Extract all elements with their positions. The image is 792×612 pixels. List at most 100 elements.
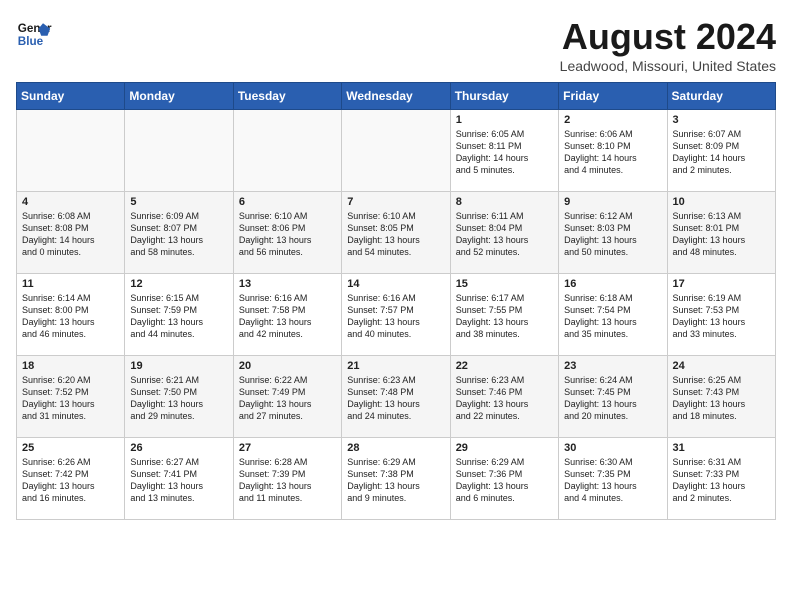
day-content: Sunrise: 6:29 AM Sunset: 7:38 PM Dayligh… (347, 456, 444, 505)
day-content: Sunrise: 6:17 AM Sunset: 7:55 PM Dayligh… (456, 292, 553, 341)
table-row: 7Sunrise: 6:10 AM Sunset: 8:05 PM Daylig… (342, 192, 450, 274)
day-number: 4 (22, 196, 119, 208)
day-number: 1 (456, 114, 553, 126)
table-row: 18 Sunrise: 6:20 AM Sunset: 7:52 PM Dayli… (17, 356, 125, 438)
day-number: 27 (239, 442, 336, 454)
day-number: 2 (564, 114, 661, 126)
day-content: Sunrise: 6:16 AM Sunset: 7:57 PM Dayligh… (347, 292, 444, 341)
table-row: 28 Sunrise: 6:29 AM Sunset: 7:38 PM Dayli… (342, 438, 450, 520)
day-content: Sunrise: 6:08 AM Sunset: 8:08 PM Dayligh… (22, 210, 119, 259)
table-row: 16Sunrise: 6:18 AM Sunset: 7:54 PM Dayli… (559, 274, 667, 356)
day-number: 18 (22, 360, 119, 372)
day-content: Sunrise: 6:14 AM Sunset: 8:00 PM Dayligh… (22, 292, 119, 341)
day-content: Sunrise: 6:31 AM Sunset: 7:33 PM Dayligh… (673, 456, 770, 505)
header-wednesday: Wednesday (342, 83, 450, 110)
calendar-title: August 2024 (560, 16, 776, 58)
day-content: Sunrise: 6:20 AM Sunset: 7:52 PM Dayligh… (22, 374, 119, 423)
table-row: 27Sunrise: 6:28 AM Sunset: 7:39 PM Dayli… (233, 438, 341, 520)
day-number: 24 (673, 360, 770, 372)
table-row: 20 Sunrise: 6:22 AM Sunset: 7:49 PM Dayli… (233, 356, 341, 438)
day-content: Sunrise: 6:16 AM Sunset: 7:58 PM Dayligh… (239, 292, 336, 341)
table-row: 8 Sunrise: 6:11 AM Sunset: 8:04 PM Daylig… (450, 192, 558, 274)
table-row: 6 Sunrise: 6:10 AM Sunset: 8:06 PM Daylig… (233, 192, 341, 274)
day-number: 12 (130, 278, 227, 290)
day-number: 5 (130, 196, 227, 208)
table-row: 19 Sunrise: 6:21 AM Sunset: 7:50 PM Dayli… (125, 356, 233, 438)
table-row: 14 Sunrise: 6:16 AM Sunset: 7:57 PM Dayli… (342, 274, 450, 356)
day-content: Sunrise: 6:11 AM Sunset: 8:04 PM Dayligh… (456, 210, 553, 259)
day-content: Sunrise: 6:07 AM Sunset: 8:09 PM Dayligh… (673, 128, 770, 177)
table-row: 24 Sunrise: 6:25 AM Sunset: 7:43 PM Dayli… (667, 356, 775, 438)
table-row: 1 Sunrise: 6:05 AM Sunset: 8:11 PM Daylig… (450, 110, 558, 192)
table-row: 30Sunrise: 6:30 AM Sunset: 7:35 PM Dayli… (559, 438, 667, 520)
header-saturday: Saturday (667, 83, 775, 110)
day-number: 14 (347, 278, 444, 290)
table-row: 15 Sunrise: 6:17 AM Sunset: 7:55 PM Dayli… (450, 274, 558, 356)
table-row: 26 Sunrise: 6:27 AM Sunset: 7:41 PM Dayli… (125, 438, 233, 520)
day-number: 11 (22, 278, 119, 290)
day-number: 15 (456, 278, 553, 290)
day-content: Sunrise: 6:29 AM Sunset: 7:36 PM Dayligh… (456, 456, 553, 505)
table-row: 25 Sunrise: 6:26 AM Sunset: 7:42 PM Dayli… (17, 438, 125, 520)
calendar-subtitle: Leadwood, Missouri, United States (560, 58, 776, 74)
day-content: Sunrise: 6:25 AM Sunset: 7:43 PM Dayligh… (673, 374, 770, 423)
day-content: Sunrise: 6:09 AM Sunset: 8:07 PM Dayligh… (130, 210, 227, 259)
day-content: Sunrise: 6:10 AM Sunset: 8:06 PM Dayligh… (239, 210, 336, 259)
day-number: 30 (564, 442, 661, 454)
day-number: 8 (456, 196, 553, 208)
day-content: Sunrise: 6:26 AM Sunset: 7:42 PM Dayligh… (22, 456, 119, 505)
day-number: 25 (22, 442, 119, 454)
table-row: 17 Sunrise: 6:19 AM Sunset: 7:53 PM Dayli… (667, 274, 775, 356)
header-tuesday: Tuesday (233, 83, 341, 110)
day-number: 6 (239, 196, 336, 208)
title-block: August 2024 Leadwood, Missouri, United S… (560, 16, 776, 74)
table-row (125, 110, 233, 192)
day-content: Sunrise: 6:27 AM Sunset: 7:41 PM Dayligh… (130, 456, 227, 505)
header-monday: Monday (125, 83, 233, 110)
table-row: 13 Sunrise: 6:16 AM Sunset: 7:58 PM Dayli… (233, 274, 341, 356)
day-number: 28 (347, 442, 444, 454)
day-content: Sunrise: 6:22 AM Sunset: 7:49 PM Dayligh… (239, 374, 336, 423)
logo-icon: General Blue (16, 16, 52, 52)
day-content: Sunrise: 6:15 AM Sunset: 7:59 PM Dayligh… (130, 292, 227, 341)
day-number: 7 (347, 196, 444, 208)
day-number: 26 (130, 442, 227, 454)
day-number: 9 (564, 196, 661, 208)
table-row: 23 Sunrise: 6:24 AM Sunset: 7:45 PM Dayli… (559, 356, 667, 438)
table-row: 9Sunrise: 6:12 AM Sunset: 8:03 PM Daylig… (559, 192, 667, 274)
table-row: 22 Sunrise: 6:23 AM Sunset: 7:46 PM Dayli… (450, 356, 558, 438)
svg-text:Blue: Blue (18, 35, 44, 48)
day-content: Sunrise: 6:23 AM Sunset: 7:48 PM Dayligh… (347, 374, 444, 423)
table-row (17, 110, 125, 192)
day-number: 20 (239, 360, 336, 372)
day-number: 13 (239, 278, 336, 290)
page-header: General Blue August 2024 Leadwood, Misso… (16, 16, 776, 74)
day-content: Sunrise: 6:24 AM Sunset: 7:45 PM Dayligh… (564, 374, 661, 423)
day-content: Sunrise: 6:05 AM Sunset: 8:11 PM Dayligh… (456, 128, 553, 177)
day-content: Sunrise: 6:23 AM Sunset: 7:46 PM Dayligh… (456, 374, 553, 423)
day-number: 31 (673, 442, 770, 454)
header-friday: Friday (559, 83, 667, 110)
calendar-header: Sunday Monday Tuesday Wednesday Thursday… (17, 83, 776, 110)
table-row: 5 Sunrise: 6:09 AM Sunset: 8:07 PM Daylig… (125, 192, 233, 274)
day-content: Sunrise: 6:21 AM Sunset: 7:50 PM Dayligh… (130, 374, 227, 423)
table-row: 4 Sunrise: 6:08 AM Sunset: 8:08 PM Daylig… (17, 192, 125, 274)
calendar-table: Sunday Monday Tuesday Wednesday Thursday… (16, 82, 776, 520)
day-number: 17 (673, 278, 770, 290)
table-row: 31 Sunrise: 6:31 AM Sunset: 7:33 PM Dayli… (667, 438, 775, 520)
day-number: 23 (564, 360, 661, 372)
calendar-body: 1 Sunrise: 6:05 AM Sunset: 8:11 PM Daylig… (17, 110, 776, 520)
day-content: Sunrise: 6:19 AM Sunset: 7:53 PM Dayligh… (673, 292, 770, 341)
day-content: Sunrise: 6:13 AM Sunset: 8:01 PM Dayligh… (673, 210, 770, 259)
table-row: 2Sunrise: 6:06 AM Sunset: 8:10 PM Daylig… (559, 110, 667, 192)
day-content: Sunrise: 6:18 AM Sunset: 7:54 PM Dayligh… (564, 292, 661, 341)
day-number: 22 (456, 360, 553, 372)
table-row (233, 110, 341, 192)
day-number: 29 (456, 442, 553, 454)
header-thursday: Thursday (450, 83, 558, 110)
table-row: 10Sunrise: 6:13 AM Sunset: 8:01 PM Dayli… (667, 192, 775, 274)
table-row: 21Sunrise: 6:23 AM Sunset: 7:48 PM Dayli… (342, 356, 450, 438)
day-number: 19 (130, 360, 227, 372)
table-row: 12 Sunrise: 6:15 AM Sunset: 7:59 PM Dayli… (125, 274, 233, 356)
table-row: 29 Sunrise: 6:29 AM Sunset: 7:36 PM Dayli… (450, 438, 558, 520)
